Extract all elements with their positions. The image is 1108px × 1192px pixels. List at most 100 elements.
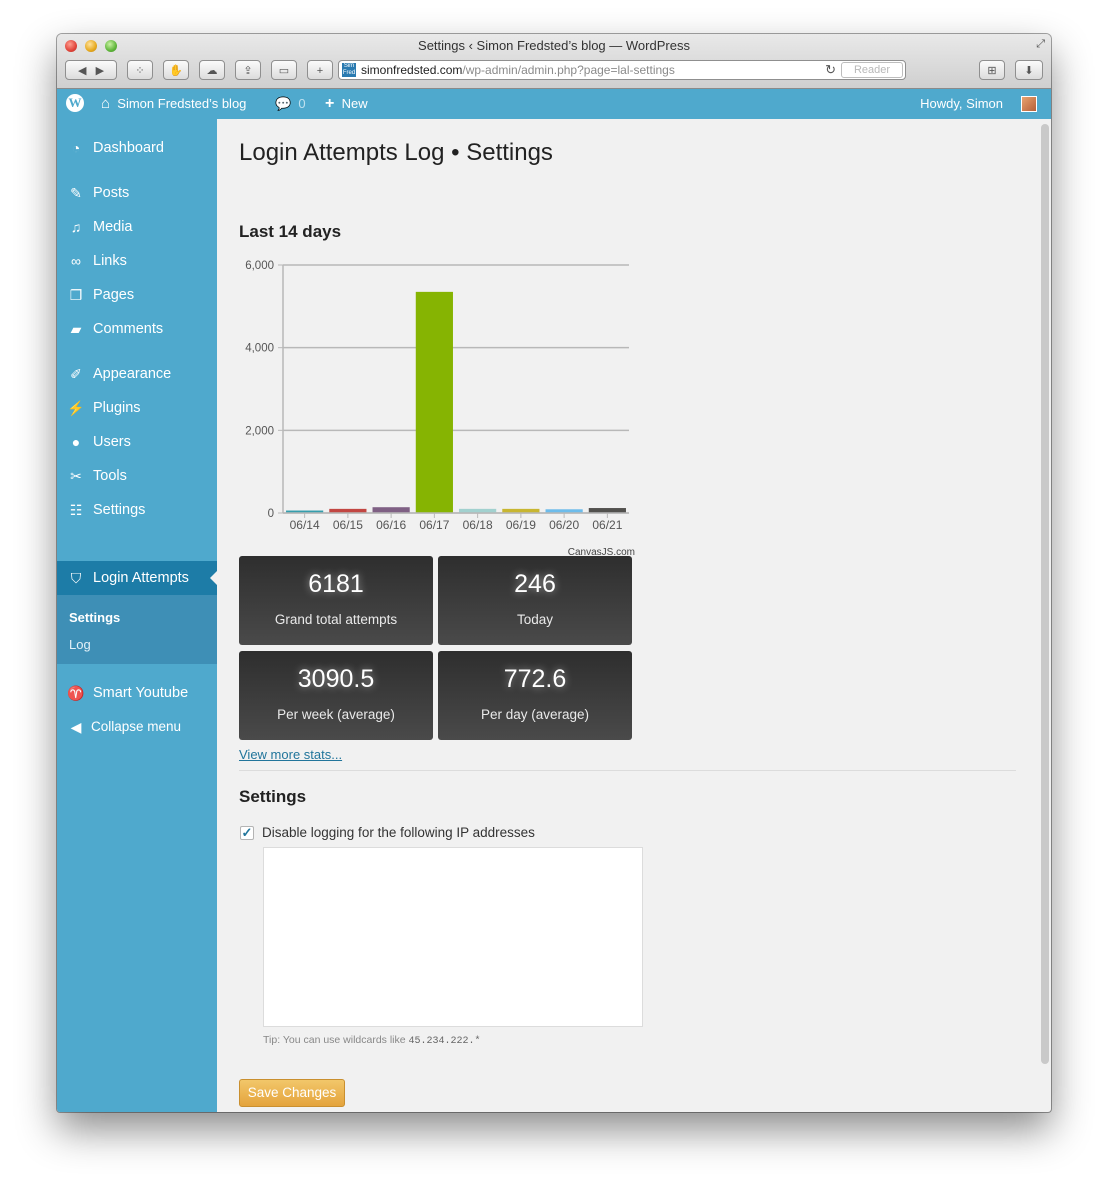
x-tick-label: 06/18 <box>463 518 493 532</box>
y-tick-label: 0 <box>268 508 274 520</box>
site-home-link[interactable]: ⌂ Simon Fredsted’s blog <box>101 89 246 119</box>
sidebar-item-label: Comments <box>93 321 164 337</box>
stat-value: 772.6 <box>503 665 567 693</box>
sidebar-item-label: Users <box>93 434 131 450</box>
sidebar-item-posts[interactable]: ✎ Posts <box>57 176 217 210</box>
youtube-icon: ♈ <box>67 685 85 701</box>
sidebar-item-comments[interactable]: ▰ Comments <box>57 312 217 346</box>
downloads-button[interactable]: ⬇ <box>1015 60 1043 80</box>
wp-admin-bar: W ⌂ Simon Fredsted’s blog 💬 0 + New Howd… <box>57 89 1051 119</box>
site-name: Simon Fredsted’s blog <box>117 96 247 111</box>
sidebar-item-login-attempts[interactable]: ⛉ Login Attempts <box>57 561 218 595</box>
sidebar-item-label: Links <box>93 253 127 269</box>
address-bar[interactable]: Sim Fred simonfredsted.com/wp-admin/admi… <box>338 60 906 80</box>
user-icon: ● <box>71 434 81 450</box>
reader-button[interactable]: Reader <box>841 62 903 78</box>
admin-sidebar: ◔ Dashboard ✎ Posts ♫ Media ∞ Links ❐ Pa… <box>57 119 218 1112</box>
sidebar-collapse-menu[interactable]: ◀ Collapse menu <box>57 710 217 744</box>
sidebar-item-label: Settings <box>93 502 146 518</box>
save-changes-button[interactable]: Save Changes <box>239 1079 345 1107</box>
sidebar-item-label: Collapse menu <box>91 719 182 734</box>
share-icon: ⇪ <box>243 65 253 77</box>
browser-toolbar: Settings ‹ Simon Fredsted’s blog — WordP… <box>57 34 1051 89</box>
fullscreen-icon[interactable]: ⤢ <box>1036 38 1045 51</box>
sidebar-item-users[interactable]: ● Users <box>57 425 217 459</box>
new-tab-button[interactable]: + <box>307 60 333 80</box>
sidebar-item-smart-youtube[interactable]: ♈ Smart Youtube <box>57 676 217 710</box>
sidebar-item-label: Smart Youtube <box>93 685 189 701</box>
page-scrollbar[interactable] <box>1041 124 1049 1064</box>
pages-icon: ❐ <box>69 287 83 303</box>
ip-addresses-textarea[interactable] <box>263 847 643 1027</box>
sidebar-item-pages[interactable]: ❐ Pages <box>57 278 217 312</box>
wildcard-tip: Tip: You can use wildcards like 45.234.2… <box>263 1034 481 1047</box>
sidebar-item-dashboard[interactable]: ◔ Dashboard <box>57 131 217 165</box>
new-content-link[interactable]: + New <box>325 89 368 119</box>
stat-label: Per week (average) <box>277 707 395 722</box>
my-account-link[interactable]: Howdy, Simon <box>920 89 1003 119</box>
submenu-item-log[interactable]: Log <box>69 637 91 652</box>
y-tick-label: 6,000 <box>245 260 274 272</box>
x-tick-label: 06/14 <box>290 518 320 532</box>
disable-logging-label[interactable]: Disable logging for the following IP add… <box>262 825 535 840</box>
x-tick-label: 06/20 <box>549 518 579 532</box>
browser-window: Settings ‹ Simon Fredsted’s blog — WordP… <box>57 34 1051 1112</box>
back-forward-buttons[interactable]: ◀ ▶ <box>65 60 117 80</box>
sidebar-item-links[interactable]: ∞ Links <box>57 244 217 278</box>
sidebar-item-tools[interactable]: ✂ Tools <box>57 459 217 493</box>
x-tick-label: 06/21 <box>592 518 622 532</box>
forward-icon[interactable]: ▶ <box>96 65 104 77</box>
reading-list-icon: ⊞ <box>987 65 997 77</box>
back-icon[interactable]: ◀ <box>78 65 86 77</box>
sidebar-item-media[interactable]: ♫ Media <box>57 210 217 244</box>
icloud-tabs-button[interactable]: ☁ <box>199 60 225 80</box>
privacy-button[interactable]: ✋ <box>163 60 189 80</box>
x-tick-label: 06/19 <box>506 518 536 532</box>
plus-icon: + <box>325 95 335 112</box>
sidebar-item-label: Dashboard <box>93 140 164 156</box>
sidebar-item-settings[interactable]: ☷ Settings <box>57 493 217 527</box>
avatar[interactable] <box>1021 96 1037 112</box>
wrench-icon: ✂ <box>70 468 82 484</box>
cloud-icon: ☁ <box>206 65 218 77</box>
bar-06-16 <box>372 507 410 513</box>
hand-icon: ✋ <box>169 65 183 77</box>
stat-grand-total: 6181 Grand total attempts <box>239 556 433 645</box>
settings-sliders-icon: ☷ <box>69 502 83 518</box>
url-path: /wp-admin/admin.php?page=lal-settings <box>462 63 675 77</box>
tip-code: 45.234.222.* <box>408 1036 481 1047</box>
reload-icon[interactable]: ↻ <box>825 61 836 79</box>
comments-link[interactable]: 💬 0 <box>275 89 306 119</box>
new-label: New <box>341 96 368 111</box>
sidebar-item-label: Pages <box>93 287 135 303</box>
submenu-item-settings[interactable]: Settings <box>69 610 120 625</box>
comment-bubble-icon: 💬 <box>275 96 292 111</box>
collapse-icon: ◀ <box>70 719 82 735</box>
greeting: Howdy, Simon <box>920 96 1003 111</box>
sidebar-item-label: Plugins <box>93 400 141 416</box>
sidebar-item-plugins[interactable]: ⚡ Plugins <box>57 391 217 425</box>
stat-value: 246 <box>514 570 556 598</box>
tip-text: Tip: You can use wildcards like <box>263 1034 406 1046</box>
disable-logging-checkbox[interactable]: ✓ <box>240 826 254 840</box>
bookmarks-button[interactable]: ▭ <box>271 60 297 80</box>
stat-label: Today <box>516 612 554 627</box>
sidebar-item-appearance[interactable]: ✐ Appearance <box>57 357 217 391</box>
x-tick-label: 06/16 <box>376 518 406 532</box>
top-sites-icon: ⁘ <box>135 65 145 77</box>
share-button[interactable]: ⇪ <box>235 60 261 80</box>
pin-icon: ✎ <box>70 185 82 201</box>
x-tick-label: 06/17 <box>419 518 449 532</box>
top-sites-button[interactable]: ⁘ <box>127 60 153 80</box>
stat-per-day: 772.6 Per day (average) <box>438 651 632 740</box>
comments-count: 0 <box>298 96 306 111</box>
wordpress-logo-icon[interactable]: W <box>66 94 84 112</box>
view-more-stats-link[interactable]: View more stats... <box>239 747 342 762</box>
y-tick-label: 4,000 <box>245 343 274 355</box>
bar-06-17 <box>415 291 453 513</box>
x-tick-label: 06/15 <box>333 518 363 532</box>
plus-icon: + <box>316 65 324 77</box>
plug-icon: ⚡ <box>67 400 85 416</box>
url-text[interactable]: simonfredsted.com/wp-admin/admin.php?pag… <box>361 61 675 79</box>
reading-list-button[interactable]: ⊞ <box>979 60 1005 80</box>
